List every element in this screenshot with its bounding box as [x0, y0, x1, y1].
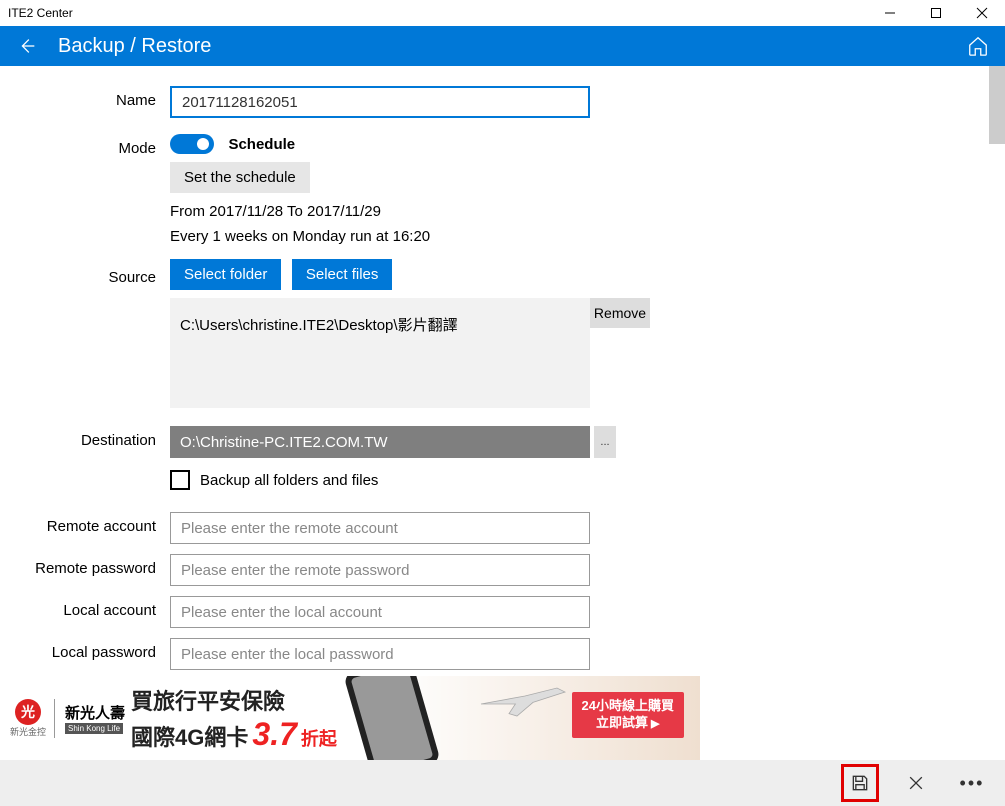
- content-area: Name Mode Schedule Set the schedule From…: [0, 66, 1005, 760]
- remove-source-button[interactable]: Remove: [590, 298, 650, 328]
- ad-text: 買旅行平安保險 國際4G網卡 3.7 折起: [131, 684, 337, 753]
- schedule-range-text: From 2017/11/28 To 2017/11/29: [170, 203, 600, 220]
- schedule-recurrence-text: Every 1 weeks on Monday run at 16:20: [170, 228, 600, 245]
- label-local-account: Local account: [30, 596, 170, 619]
- mode-schedule-label: Schedule: [228, 136, 295, 153]
- mode-toggle[interactable]: [170, 134, 214, 154]
- select-folder-button[interactable]: Select folder: [170, 259, 281, 290]
- local-account-input[interactable]: [170, 596, 590, 628]
- select-files-button[interactable]: Select files: [292, 259, 393, 290]
- minimize-button[interactable]: [867, 0, 913, 26]
- window-controls: [867, 0, 1005, 26]
- ad-brand: 新光人壽: [65, 702, 125, 723]
- page-title: Backup / Restore: [58, 35, 211, 58]
- local-password-input[interactable]: [170, 638, 590, 670]
- save-button[interactable]: [841, 764, 879, 802]
- source-path-item: C:\Users\christine.ITE2\Desktop\影片翻譯: [180, 317, 458, 334]
- source-path-list: C:\Users\christine.ITE2\Desktop\影片翻譯: [170, 298, 590, 408]
- label-destination: Destination: [30, 426, 170, 449]
- label-remote-password: Remote password: [30, 554, 170, 577]
- label-mode: Mode: [30, 134, 170, 157]
- home-icon[interactable]: [967, 35, 989, 57]
- scrollbar[interactable]: [989, 66, 1005, 760]
- footer-bar: •••: [0, 760, 1005, 806]
- back-icon[interactable]: [16, 35, 38, 57]
- window-titlebar: ITE2 Center: [0, 0, 1005, 26]
- label-name: Name: [30, 86, 170, 109]
- ad-phone-image: [343, 676, 441, 760]
- ad-cta[interactable]: 24小時線上購買 立即試算▶: [572, 692, 684, 738]
- maximize-button[interactable]: [913, 0, 959, 26]
- cancel-button[interactable]: [897, 764, 935, 802]
- label-local-password: Local password: [30, 638, 170, 661]
- more-button[interactable]: •••: [953, 764, 991, 802]
- ad-banner[interactable]: 光 新光金控 新光人壽 Shin Kong Life 買旅行平安保險 國際4G網…: [0, 676, 700, 760]
- close-window-button[interactable]: [959, 0, 1005, 26]
- destination-path[interactable]: O:\Christine-PC.ITE2.COM.TW: [170, 426, 590, 458]
- ad-logo: 光 新光金控: [10, 699, 55, 738]
- destination-browse-button[interactable]: ...: [594, 426, 616, 458]
- backup-all-label: Backup all folders and files: [200, 472, 378, 489]
- remote-account-input[interactable]: [170, 512, 590, 544]
- airplane-icon: [470, 680, 580, 720]
- name-input[interactable]: [170, 86, 590, 118]
- remote-password-input[interactable]: [170, 554, 590, 586]
- scrollbar-thumb[interactable]: [989, 66, 1005, 144]
- label-remote-account: Remote account: [30, 512, 170, 535]
- app-header: Backup / Restore: [0, 26, 1005, 66]
- ad-brand-en: Shin Kong Life: [65, 723, 123, 734]
- backup-all-checkbox[interactable]: [170, 470, 190, 490]
- window-title: ITE2 Center: [0, 6, 73, 20]
- set-schedule-button[interactable]: Set the schedule: [170, 162, 310, 193]
- label-source: Source: [30, 259, 170, 286]
